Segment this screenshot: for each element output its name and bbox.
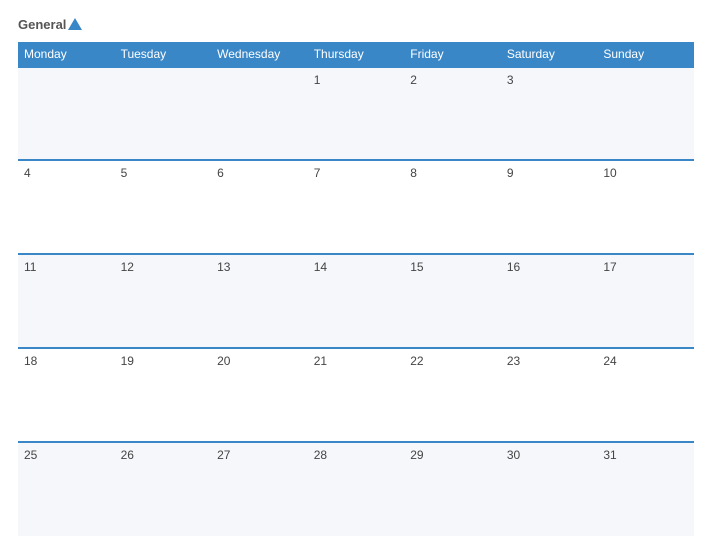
logo-general-text: General <box>18 18 82 32</box>
week-row-3: 11 12 13 14 15 16 17 <box>18 254 694 348</box>
calendar-cell: 20 <box>211 348 308 442</box>
calendar-page: General MondayTuesdayWednesdayThursdayFr… <box>0 0 712 550</box>
calendar-cell: 24 <box>597 348 694 442</box>
day-number: 18 <box>24 354 37 368</box>
week-row-5: 25 26 27 28 29 30 31 <box>18 442 694 536</box>
calendar-cell: 23 <box>501 348 598 442</box>
week-row-4: 18 19 20 21 22 23 24 <box>18 348 694 442</box>
weekday-header-row: MondayTuesdayWednesdayThursdayFridaySatu… <box>18 42 694 67</box>
day-number: 29 <box>410 448 423 462</box>
calendar-cell: 13 <box>211 254 308 348</box>
week-row-1: 1 2 3 <box>18 67 694 161</box>
calendar-cell: 8 <box>404 160 501 254</box>
calendar-cell: 6 <box>211 160 308 254</box>
calendar-cell: 30 <box>501 442 598 536</box>
calendar-cell: 9 <box>501 160 598 254</box>
day-number: 28 <box>314 448 327 462</box>
day-number: 22 <box>410 354 423 368</box>
day-number: 14 <box>314 260 327 274</box>
day-number: 12 <box>121 260 134 274</box>
weekday-header-tuesday: Tuesday <box>115 42 212 67</box>
day-number: 27 <box>217 448 230 462</box>
day-number: 19 <box>121 354 134 368</box>
calendar-cell: 5 <box>115 160 212 254</box>
calendar-cell: 2 <box>404 67 501 161</box>
day-number: 4 <box>24 166 31 180</box>
day-number: 24 <box>603 354 616 368</box>
day-number: 9 <box>507 166 514 180</box>
day-number: 31 <box>603 448 616 462</box>
day-number: 13 <box>217 260 230 274</box>
weekday-header-friday: Friday <box>404 42 501 67</box>
calendar-cell: 7 <box>308 160 405 254</box>
day-number: 17 <box>603 260 616 274</box>
calendar-cell: 3 <box>501 67 598 161</box>
calendar-cell: 21 <box>308 348 405 442</box>
calendar-cell: 22 <box>404 348 501 442</box>
weekday-header-saturday: Saturday <box>501 42 598 67</box>
day-number: 15 <box>410 260 423 274</box>
calendar-cell: 10 <box>597 160 694 254</box>
weekday-header-thursday: Thursday <box>308 42 405 67</box>
day-number: 21 <box>314 354 327 368</box>
logo: General <box>18 18 82 32</box>
calendar-cell: 27 <box>211 442 308 536</box>
day-number: 5 <box>121 166 128 180</box>
weekday-header-sunday: Sunday <box>597 42 694 67</box>
day-number: 16 <box>507 260 520 274</box>
day-number: 25 <box>24 448 37 462</box>
day-number: 10 <box>603 166 616 180</box>
day-number: 30 <box>507 448 520 462</box>
calendar-cell <box>18 67 115 161</box>
day-number: 26 <box>121 448 134 462</box>
calendar-cell <box>115 67 212 161</box>
calendar-cell: 12 <box>115 254 212 348</box>
week-row-2: 4 5 6 7 8 9 10 <box>18 160 694 254</box>
calendar-cell <box>211 67 308 161</box>
day-number: 2 <box>410 73 417 87</box>
calendar-cell: 1 <box>308 67 405 161</box>
calendar-cell: 14 <box>308 254 405 348</box>
day-number: 23 <box>507 354 520 368</box>
day-number: 3 <box>507 73 514 87</box>
calendar-cell: 17 <box>597 254 694 348</box>
day-number: 6 <box>217 166 224 180</box>
calendar-cell: 16 <box>501 254 598 348</box>
weekday-header-wednesday: Wednesday <box>211 42 308 67</box>
day-number: 20 <box>217 354 230 368</box>
calendar-cell: 28 <box>308 442 405 536</box>
calendar-cell: 29 <box>404 442 501 536</box>
calendar-table: MondayTuesdayWednesdayThursdayFridaySatu… <box>18 42 694 536</box>
day-number: 8 <box>410 166 417 180</box>
day-number: 11 <box>24 260 36 274</box>
calendar-cell: 25 <box>18 442 115 536</box>
day-number: 1 <box>314 73 321 87</box>
calendar-cell: 11 <box>18 254 115 348</box>
calendar-header: General <box>18 18 694 32</box>
calendar-body: 1234567891011121314151617181920212223242… <box>18 67 694 536</box>
logo-triangle-icon <box>68 18 82 30</box>
calendar-cell: 31 <box>597 442 694 536</box>
calendar-cell: 15 <box>404 254 501 348</box>
weekday-header-monday: Monday <box>18 42 115 67</box>
calendar-cell: 19 <box>115 348 212 442</box>
calendar-cell: 18 <box>18 348 115 442</box>
calendar-cell <box>597 67 694 161</box>
day-number: 7 <box>314 166 321 180</box>
calendar-cell: 4 <box>18 160 115 254</box>
calendar-cell: 26 <box>115 442 212 536</box>
